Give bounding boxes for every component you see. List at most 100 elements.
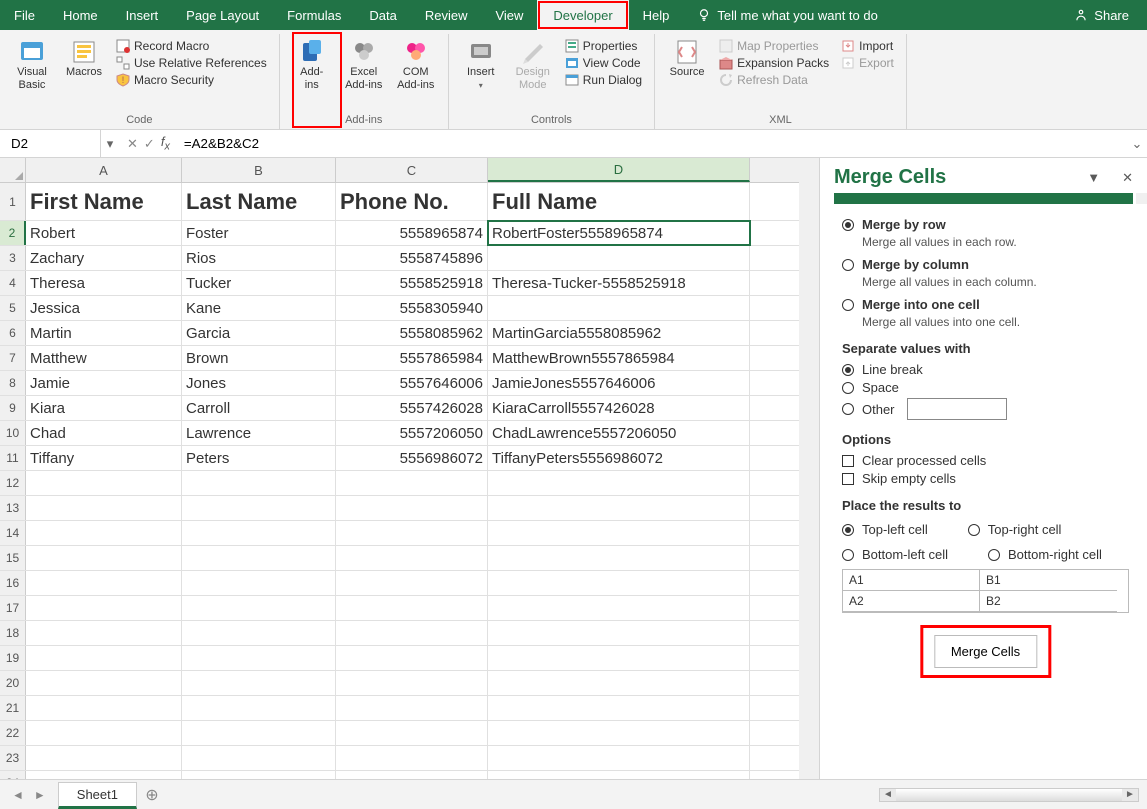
cell[interactable]: 5558305940 bbox=[336, 296, 488, 320]
tab-file[interactable]: File bbox=[0, 0, 49, 30]
sheet-nav[interactable]: ◄► bbox=[0, 780, 58, 809]
cell[interactable]: MatthewBrown5557865984 bbox=[488, 346, 750, 370]
cell[interactable] bbox=[336, 646, 488, 670]
cell[interactable]: ChadLawrence5557206050 bbox=[488, 421, 750, 445]
cell[interactable]: First Name bbox=[26, 183, 182, 220]
macros-button[interactable]: Macros bbox=[60, 34, 108, 83]
ref-cell[interactable]: A1 bbox=[843, 570, 980, 591]
place-bottom-right-radio[interactable]: Bottom-right cell bbox=[988, 547, 1102, 562]
cell[interactable] bbox=[182, 521, 336, 545]
visual-basic-button[interactable]: Visual Basic bbox=[8, 34, 56, 96]
tab-insert[interactable]: Insert bbox=[112, 0, 173, 30]
row-header[interactable]: 1 bbox=[0, 183, 26, 220]
add-sheet-button[interactable]: ⊕ bbox=[137, 780, 167, 809]
cell[interactable] bbox=[336, 571, 488, 595]
row-header[interactable]: 7 bbox=[0, 346, 26, 370]
cell[interactable] bbox=[26, 671, 182, 695]
cell[interactable] bbox=[488, 471, 750, 495]
cell[interactable]: 5558525918 bbox=[336, 271, 488, 295]
cell[interactable]: Foster bbox=[182, 221, 336, 245]
horizontal-scrollbar[interactable]: ◄► bbox=[167, 780, 1147, 809]
cell[interactable]: 5557206050 bbox=[336, 421, 488, 445]
cell[interactable] bbox=[336, 621, 488, 645]
cell[interactable] bbox=[182, 571, 336, 595]
cell[interactable]: Theresa bbox=[26, 271, 182, 295]
cell[interactable] bbox=[26, 721, 182, 745]
row-header[interactable]: 21 bbox=[0, 696, 26, 720]
column-header-A[interactable]: A bbox=[26, 158, 182, 182]
cell[interactable]: Peters bbox=[182, 446, 336, 470]
cell[interactable]: Brown bbox=[182, 346, 336, 370]
cell[interactable]: Zachary bbox=[26, 246, 182, 270]
cell[interactable] bbox=[336, 471, 488, 495]
cell[interactable]: Kiara bbox=[26, 396, 182, 420]
formula-bar-expand[interactable]: ⌄ bbox=[1127, 136, 1147, 152]
cell[interactable] bbox=[182, 721, 336, 745]
cell[interactable]: Tiffany bbox=[26, 446, 182, 470]
cell[interactable]: Matthew bbox=[26, 346, 182, 370]
cell[interactable] bbox=[182, 546, 336, 570]
column-header-D[interactable]: D bbox=[488, 158, 750, 182]
row-header[interactable]: 13 bbox=[0, 496, 26, 520]
column-header-B[interactable]: B bbox=[182, 158, 336, 182]
cell[interactable]: 5558745896 bbox=[336, 246, 488, 270]
pane-close-icon[interactable]: ✕ bbox=[1122, 170, 1133, 186]
row-header[interactable]: 14 bbox=[0, 521, 26, 545]
cell[interactable]: Martin bbox=[26, 321, 182, 345]
row-header[interactable]: 17 bbox=[0, 596, 26, 620]
cell[interactable] bbox=[488, 496, 750, 520]
cell[interactable] bbox=[182, 646, 336, 670]
cell[interactable]: Jessica bbox=[26, 296, 182, 320]
cell[interactable]: Tucker bbox=[182, 271, 336, 295]
row-header[interactable]: 12 bbox=[0, 471, 26, 495]
row-header[interactable]: 4 bbox=[0, 271, 26, 295]
cell[interactable] bbox=[26, 521, 182, 545]
insert-control-button[interactable]: Insert ▾ bbox=[457, 34, 505, 96]
row-header[interactable]: 2 bbox=[0, 221, 26, 245]
ref-cell[interactable]: B1 bbox=[980, 570, 1117, 591]
cell[interactable] bbox=[336, 521, 488, 545]
column-header-C[interactable]: C bbox=[336, 158, 488, 182]
merge-by-row-radio[interactable]: Merge by row bbox=[842, 217, 1129, 232]
cell[interactable]: 5558965874 bbox=[336, 221, 488, 245]
cancel-formula-icon[interactable]: ✕ bbox=[127, 136, 138, 152]
cell[interactable] bbox=[182, 621, 336, 645]
separator-line-break-radio[interactable]: Line break bbox=[842, 362, 1129, 377]
row-header[interactable]: 16 bbox=[0, 571, 26, 595]
cell[interactable]: Lawrence bbox=[182, 421, 336, 445]
cell[interactable] bbox=[182, 596, 336, 620]
excel-addins-button[interactable]: Excel Add-ins bbox=[340, 34, 388, 96]
cell[interactable]: TiffanyPeters5556986072 bbox=[488, 446, 750, 470]
cell[interactable] bbox=[182, 696, 336, 720]
cell[interactable] bbox=[488, 771, 750, 779]
share-button[interactable]: Share bbox=[1056, 0, 1147, 30]
cell[interactable] bbox=[182, 771, 336, 779]
tell-me-search[interactable]: Tell me what you want to do bbox=[683, 0, 891, 30]
cell[interactable] bbox=[26, 646, 182, 670]
cell[interactable] bbox=[26, 471, 182, 495]
use-relative-references-button[interactable]: Use Relative References bbox=[112, 55, 271, 71]
row-header[interactable]: 9 bbox=[0, 396, 26, 420]
cell[interactable] bbox=[488, 596, 750, 620]
row-header[interactable]: 11 bbox=[0, 446, 26, 470]
export-button[interactable]: Export bbox=[837, 55, 898, 71]
formula-bar[interactable] bbox=[178, 130, 1127, 157]
cell[interactable] bbox=[488, 571, 750, 595]
cell[interactable] bbox=[488, 621, 750, 645]
tab-page-layout[interactable]: Page Layout bbox=[172, 0, 273, 30]
vertical-scrollbar[interactable] bbox=[799, 158, 819, 779]
tab-help[interactable]: Help bbox=[629, 0, 684, 30]
ref-cell[interactable]: A2 bbox=[843, 591, 980, 612]
grid-body[interactable]: 1First NameLast NamePhone No.Full Name2R… bbox=[0, 183, 799, 779]
cell[interactable]: MartinGarcia5558085962 bbox=[488, 321, 750, 345]
cell[interactable]: Chad bbox=[26, 421, 182, 445]
cell[interactable]: Full Name bbox=[488, 183, 750, 220]
cell[interactable]: Last Name bbox=[182, 183, 336, 220]
row-header[interactable]: 15 bbox=[0, 546, 26, 570]
cell[interactable] bbox=[182, 496, 336, 520]
cell[interactable] bbox=[26, 696, 182, 720]
cell[interactable] bbox=[182, 671, 336, 695]
cell[interactable]: 5557865984 bbox=[336, 346, 488, 370]
row-header[interactable]: 20 bbox=[0, 671, 26, 695]
separator-space-radio[interactable]: Space bbox=[842, 380, 1129, 395]
